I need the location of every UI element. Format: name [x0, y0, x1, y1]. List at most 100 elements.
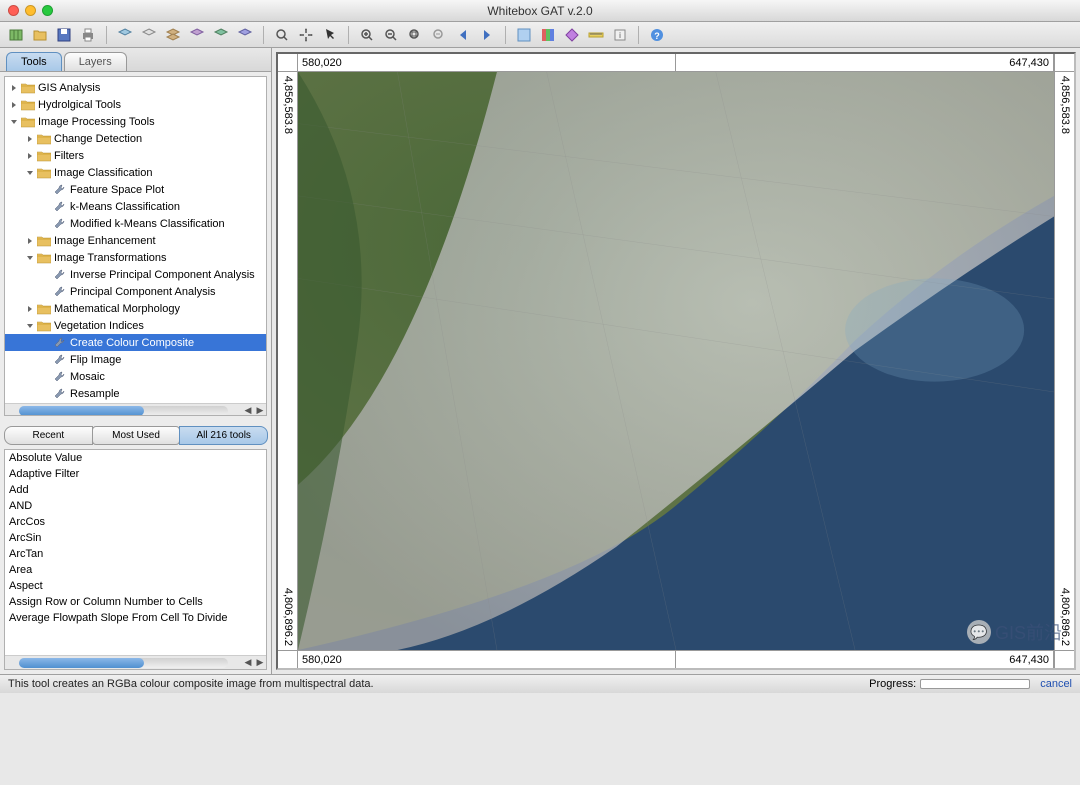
disclosure-icon[interactable]	[41, 219, 51, 229]
folder-icon	[37, 167, 51, 179]
next-extent-icon[interactable]	[477, 25, 497, 45]
disclosure-icon[interactable]	[41, 185, 51, 195]
toolbar: i ?	[0, 22, 1080, 48]
layer-down-icon[interactable]	[187, 25, 207, 45]
zoom-in-icon[interactable]	[357, 25, 377, 45]
disclosure-icon[interactable]	[41, 202, 51, 212]
tool-icon	[53, 268, 67, 282]
tab-layers[interactable]: Layers	[64, 52, 127, 71]
disclosure-icon[interactable]	[25, 236, 35, 246]
tab-most-used[interactable]: Most Used	[92, 426, 181, 445]
list-item[interactable]: Average Flowpath Slope From Cell To Divi…	[5, 610, 266, 626]
disclosure-icon[interactable]	[9, 100, 19, 110]
tree-folder[interactable]: Vegetation Indices	[5, 317, 266, 334]
disclosure-icon[interactable]	[41, 355, 51, 365]
folder-icon	[37, 320, 51, 332]
pan-icon[interactable]	[296, 25, 316, 45]
layer-add-icon[interactable]	[115, 25, 135, 45]
maximize-icon[interactable]	[42, 5, 53, 16]
disclosure-icon[interactable]	[25, 304, 35, 314]
open-folder-icon[interactable]	[30, 25, 50, 45]
arrow-cursor-icon[interactable]	[320, 25, 340, 45]
save-icon[interactable]	[54, 25, 74, 45]
open-map-icon[interactable]	[6, 25, 26, 45]
list-item[interactable]: Assign Row or Column Number to Cells	[5, 594, 266, 610]
zoom-full-icon[interactable]	[272, 25, 292, 45]
tree-folder[interactable]: Image Transformations	[5, 249, 266, 266]
zoom-layer-icon[interactable]	[429, 25, 449, 45]
tree-tool[interactable]: Flip Image	[5, 351, 266, 368]
layer-up-icon[interactable]	[163, 25, 183, 45]
disclosure-icon[interactable]	[25, 321, 35, 331]
tree-tool[interactable]: Create Colour Composite	[5, 334, 266, 351]
tree-folder[interactable]: Image Classification	[5, 164, 266, 181]
disclosure-icon[interactable]	[25, 168, 35, 178]
list-item[interactable]: Aspect	[5, 578, 266, 594]
layer-remove-icon[interactable]	[139, 25, 159, 45]
list-item[interactable]: ArcCos	[5, 514, 266, 530]
tree-folder[interactable]: Filters	[5, 147, 266, 164]
list-hscroll[interactable]: ◀▶	[5, 655, 266, 669]
tree-tool[interactable]: Principal Component Analysis	[5, 283, 266, 300]
tool-list[interactable]: Absolute ValueAdaptive FilterAddANDArcCo…	[5, 450, 266, 655]
list-item[interactable]: Add	[5, 482, 266, 498]
disclosure-icon[interactable]	[41, 270, 51, 280]
ruler-icon[interactable]	[586, 25, 606, 45]
tree-folder[interactable]: GIS Analysis	[5, 79, 266, 96]
tree-label: k-Means Classification	[70, 201, 180, 213]
tree-folder[interactable]: Image Enhancement	[5, 232, 266, 249]
layer-stack-icon[interactable]	[211, 25, 231, 45]
list-tabs: Recent Most Used All 216 tools	[4, 426, 267, 445]
tree-folder[interactable]: Change Detection	[5, 130, 266, 147]
print-icon[interactable]	[78, 25, 98, 45]
satellite-image[interactable]	[298, 72, 1054, 650]
palette-icon[interactable]	[538, 25, 558, 45]
tree-folder[interactable]: Mathematical Morphology	[5, 300, 266, 317]
tree-label: Flip Image	[70, 354, 121, 366]
tool-tree[interactable]: GIS AnalysisHydrolgical ToolsImage Proce…	[5, 77, 266, 403]
zoom-out-icon[interactable]	[381, 25, 401, 45]
tree-folder[interactable]: Hydrolgical Tools	[5, 96, 266, 113]
tree-label: Principal Component Analysis	[70, 286, 216, 298]
list-item[interactable]: Adaptive Filter	[5, 466, 266, 482]
tree-tool[interactable]: k-Means Classification	[5, 198, 266, 215]
zoom-extent-icon[interactable]	[405, 25, 425, 45]
map-viewport: 580,020 647,430 4,806,896.24,856,583.8	[272, 48, 1080, 674]
tree-tool[interactable]: Feature Space Plot	[5, 181, 266, 198]
list-item[interactable]: ArcSin	[5, 530, 266, 546]
tree-hscroll[interactable]: ◀▶	[5, 403, 266, 416]
folder-icon	[21, 116, 35, 128]
tab-recent[interactable]: Recent	[4, 426, 93, 445]
tool-icon	[53, 183, 67, 197]
disclosure-icon[interactable]	[9, 117, 19, 127]
cancel-link[interactable]: cancel	[1040, 678, 1072, 690]
disclosure-icon[interactable]	[41, 338, 51, 348]
disclosure-icon[interactable]	[41, 287, 51, 297]
tree-tool[interactable]: Mosaic	[5, 368, 266, 385]
disclosure-icon[interactable]	[25, 253, 35, 263]
tree-tool[interactable]: Modified k-Means Classification	[5, 215, 266, 232]
help-icon[interactable]: ?	[647, 25, 667, 45]
raster-icon[interactable]	[514, 25, 534, 45]
layer-stack2-icon[interactable]	[235, 25, 255, 45]
tab-all-tools[interactable]: All 216 tools	[179, 426, 268, 445]
disclosure-icon[interactable]	[41, 372, 51, 382]
tree-folder[interactable]: Image Processing Tools	[5, 113, 266, 130]
sidebar-tabs: Tools Layers	[0, 48, 271, 72]
disclosure-icon[interactable]	[25, 151, 35, 161]
disclosure-icon[interactable]	[9, 83, 19, 93]
list-item[interactable]: Area	[5, 562, 266, 578]
disclosure-icon[interactable]	[25, 134, 35, 144]
list-item[interactable]: ArcTan	[5, 546, 266, 562]
list-item[interactable]: Absolute Value	[5, 450, 266, 466]
tree-tool[interactable]: Resample	[5, 385, 266, 402]
close-icon[interactable]	[8, 5, 19, 16]
list-item[interactable]: AND	[5, 498, 266, 514]
minimize-icon[interactable]	[25, 5, 36, 16]
prev-extent-icon[interactable]	[453, 25, 473, 45]
diamond-icon[interactable]	[562, 25, 582, 45]
tab-tools[interactable]: Tools	[6, 52, 62, 71]
disclosure-icon[interactable]	[41, 389, 51, 399]
info-icon[interactable]: i	[610, 25, 630, 45]
tree-tool[interactable]: Inverse Principal Component Analysis	[5, 266, 266, 283]
